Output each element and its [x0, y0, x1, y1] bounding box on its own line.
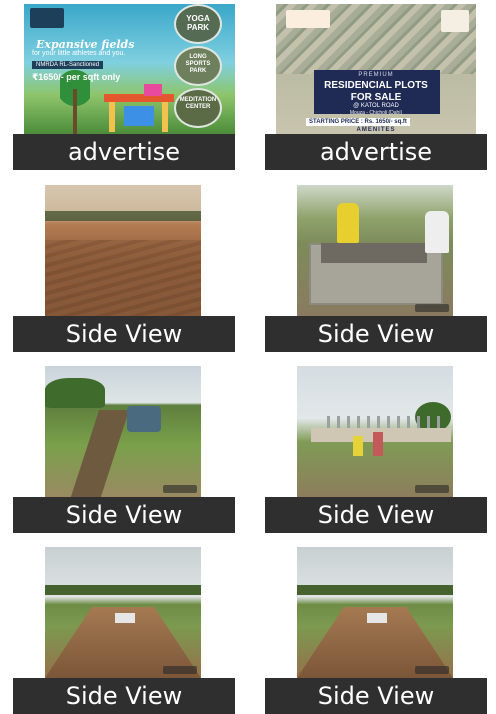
tree-line [45, 585, 201, 595]
worker-yellow [337, 203, 359, 243]
ad-price: STARTING PRICE : Rs. 1650/- sq.ft [306, 118, 410, 126]
gallery-tile-side-view-6[interactable]: Side View [265, 547, 487, 714]
worker-yellow [353, 436, 363, 456]
ad-image-2[interactable]: PREMIUM RESIDENCIAL PLOTS FOR SALE @ KAT… [276, 4, 476, 134]
tree-cluster [45, 378, 105, 408]
gallery-tile-side-view-5[interactable]: Side View [13, 547, 235, 714]
gallery-tile-side-view-1[interactable]: Side View [13, 185, 235, 352]
site-photo[interactable] [45, 185, 201, 316]
ad-tag: NMRDA RL-Sanctioned [32, 61, 104, 69]
tile-caption: Side View [13, 316, 235, 352]
site-photo[interactable] [297, 185, 453, 316]
badge-yoga-park: YOGA PARK [176, 6, 220, 42]
watermark [163, 485, 197, 493]
fence [327, 416, 447, 428]
worker-white [425, 211, 449, 253]
tree-line [45, 211, 201, 221]
watermark [415, 485, 449, 493]
trench [70, 410, 130, 497]
gallery-tile-ad-2[interactable]: PREMIUM RESIDENCIAL PLOTS FOR SALE @ KAT… [265, 4, 487, 170]
badge-meditation-center: MEDITATION CENTER [176, 90, 220, 126]
site-photo[interactable] [45, 547, 201, 678]
gallery-tile-side-view-3[interactable]: Side View [13, 366, 235, 533]
ad-location: Mouza - Chicholi (Dahi) [349, 110, 403, 116]
project-logo [286, 10, 330, 28]
workers [127, 406, 161, 432]
gallery-grid: Expansive fields for your little athlete… [0, 0, 496, 714]
tile-caption: Side View [13, 497, 235, 533]
ad-line4: @ KATOL ROAD [353, 103, 399, 109]
soil-ridges [45, 240, 201, 316]
site-photo[interactable] [45, 366, 201, 497]
ad-line1: PREMIUM [358, 72, 394, 78]
workers [367, 613, 387, 623]
watermark [415, 304, 449, 312]
tile-caption: Side View [265, 316, 487, 352]
ad-subline: for your little athletes and you. [32, 50, 126, 57]
tree-line [297, 585, 453, 595]
watermark [415, 666, 449, 674]
tile-caption: Side View [265, 497, 487, 533]
brand-logo [30, 8, 64, 28]
tile-caption: advertise [13, 134, 235, 170]
ad-line3: FOR SALE [350, 92, 402, 103]
site-photo[interactable] [297, 547, 453, 678]
ad-amenities: AMENITES [356, 127, 396, 133]
gallery-tile-ad-1[interactable]: Expansive fields for your little athlete… [13, 4, 235, 170]
badge-long-sports-park: LONG SPORTS PARK [176, 48, 220, 84]
site-photo[interactable] [297, 366, 453, 497]
gallery-tile-side-view-2[interactable]: Side View [265, 185, 487, 352]
worker-red [373, 432, 383, 456]
ad-line2: RESIDENCIAL PLOTS [324, 80, 428, 91]
playground-illustration [104, 84, 176, 132]
gallery-tile-side-view-4[interactable]: Side View [265, 366, 487, 533]
watermark [163, 666, 197, 674]
workers [115, 613, 135, 623]
tile-caption: advertise [265, 134, 487, 170]
ad-price: ₹1650/- per sqft only [32, 72, 121, 82]
brand-logo [441, 10, 469, 32]
